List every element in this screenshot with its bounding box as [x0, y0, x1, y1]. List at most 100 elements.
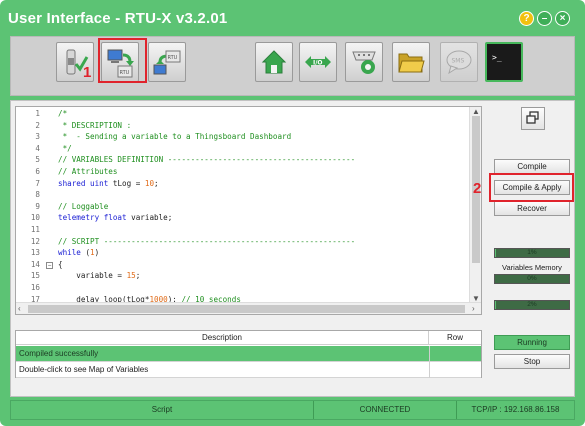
vertical-scrollbar[interactable]: ▲ ▼ [469, 107, 481, 304]
code-token: ; [135, 271, 141, 281]
code-text: { [58, 260, 63, 269]
code-token: // Attributes [58, 167, 118, 176]
code-text: while (1) [58, 248, 99, 257]
scroll-right-icon[interactable]: › [472, 304, 475, 314]
code-token: while [58, 248, 86, 258]
scroll-left-icon[interactable]: ‹ [18, 304, 21, 314]
message-table: Description Row Compiled successfully Do… [15, 330, 482, 378]
svg-text:RTU: RTU [168, 55, 178, 61]
code-line[interactable]: 12 // SCRIPT ----------------------------… [16, 237, 468, 248]
status-connection: CONNECTED [359, 405, 411, 414]
title-bar: User Interface - RTU-X v3.2.01 ? – × [0, 0, 585, 36]
code-token: * DESCRIPTION : [58, 120, 132, 130]
io-button[interactable]: I/O [299, 42, 337, 82]
code-text: variable = 15; [58, 271, 140, 280]
memory-meter-1: 1% [494, 248, 570, 258]
line-number: 10 [30, 213, 40, 223]
compile-button[interactable]: Compile [494, 159, 570, 174]
code-token: */ [58, 143, 72, 153]
line-number: 15 [30, 271, 40, 281]
line-number: 14 [30, 259, 40, 269]
minimize-button[interactable]: – [537, 11, 552, 26]
recover-button[interactable]: Recover [494, 201, 570, 216]
running-status-button[interactable]: Running [494, 335, 570, 350]
code-line[interactable]: 9 // Loggable [16, 202, 468, 213]
line-number: 3 [35, 132, 40, 142]
memory-meter-3: 2% [494, 300, 570, 310]
message-text: Double-click to see Map of Variables [19, 365, 149, 374]
code-text: // Loggable [58, 202, 108, 211]
code-line[interactable]: 3 * - Sending a variable to a Thingsboar… [16, 132, 468, 143]
code-line[interactable]: 14−{ [16, 260, 468, 271]
table-row[interactable]: Double-click to see Map of Variables [16, 362, 481, 378]
fold-toggle-icon[interactable]: − [46, 261, 53, 269]
message-row-number [429, 362, 481, 378]
table-row[interactable]: Compiled successfully [16, 346, 481, 362]
app-window: User Interface - RTU-X v3.2.01 ? – × RTU… [0, 0, 585, 426]
code-text: /* [58, 109, 67, 118]
code-line[interactable]: 11 [16, 225, 468, 236]
code-token: variable = [58, 271, 127, 281]
receive-from-rtu-button[interactable]: RTU [148, 42, 186, 82]
code-line[interactable]: 8 [16, 190, 468, 201]
code-line[interactable]: 13 while (1) [16, 248, 468, 259]
code-line[interactable]: 15 variable = 15; [16, 271, 468, 282]
terminal-button[interactable]: >_ [485, 42, 523, 82]
code-text: // VARIABLES DEFINITION ----------------… [58, 155, 355, 164]
code-text: * DESCRIPTION : [58, 120, 132, 130]
stop-button[interactable]: Stop [494, 354, 570, 369]
status-mode: Script [151, 405, 173, 414]
serial-config-button[interactable] [345, 42, 383, 82]
open-folder-button[interactable] [392, 42, 430, 82]
step-1-label: 1 [83, 64, 92, 81]
code-token: * - Sending a variable to a Thingsboard … [58, 132, 292, 142]
code-line[interactable]: 1 /* [16, 109, 468, 120]
code-line[interactable]: 4 */ [16, 144, 468, 155]
restore-window-button[interactable] [521, 107, 545, 130]
help-button[interactable]: ? [519, 11, 534, 26]
memory-meter-2: 0% [494, 274, 570, 284]
code-text: telemetry float variable; [58, 213, 172, 222]
code-text: */ [58, 144, 72, 153]
code-text: // Attributes [58, 167, 117, 176]
code-text: shared uint tLog = 10; [58, 179, 159, 188]
code-line[interactable]: 16 [16, 283, 468, 294]
horizontal-scroll-thumb[interactable] [28, 305, 465, 313]
code-token: // Loggable [58, 201, 109, 211]
line-number: 16 [30, 283, 40, 292]
line-number: 13 [30, 248, 40, 258]
window-title: User Interface - RTU-X v3.2.01 [8, 10, 228, 27]
svg-text:SMS: SMS [452, 58, 465, 65]
line-number: 12 [30, 236, 40, 246]
code-token: shared uint [58, 178, 113, 188]
code-line[interactable]: 10 telemetry float variable; [16, 213, 468, 224]
code-line[interactable]: 2 * DESCRIPTION : [16, 121, 468, 132]
code-token: /* [58, 109, 68, 118]
code-text: // SCRIPT ------------------------------… [58, 237, 355, 246]
code-token: // VARIABLES DEFINITION ----------------… [58, 155, 356, 165]
step-2-label: 2 [473, 180, 482, 197]
line-number: 9 [35, 201, 40, 211]
toolbar: RTU RTU I/O SMS >_ [10, 36, 575, 96]
close-button[interactable]: × [555, 11, 570, 26]
code-line[interactable]: 6 // Attributes [16, 167, 468, 178]
status-address: TCP/IP : 192.168.86.158 [471, 405, 560, 414]
code-token: variable; [131, 213, 173, 223]
column-header-description: Description [16, 331, 429, 345]
sms-button[interactable]: SMS [440, 42, 478, 82]
svg-text:>_: >_ [492, 53, 502, 62]
column-header-row: Row [429, 331, 481, 345]
compile-apply-highlight [489, 173, 574, 202]
code-line[interactable]: 7 shared uint tLog = 10; [16, 179, 468, 190]
line-number: 11 [30, 225, 40, 234]
home-button[interactable] [255, 42, 293, 82]
line-number: 1 [35, 109, 40, 118]
code-token: ; [154, 178, 159, 188]
message-row-number [429, 346, 481, 362]
variables-memory-label: Variables Memory [502, 263, 562, 272]
horizontal-scrollbar[interactable]: ‹ › [16, 302, 481, 314]
memory-meter-1-text: 1% [527, 249, 537, 256]
code-token: telemetry float [58, 213, 132, 223]
code-editor[interactable]: 1/* 2 * DESCRIPTION :3 * - Sending a vari… [15, 106, 482, 315]
code-line[interactable]: 5 // VARIABLES DEFINITION ---------------… [16, 155, 468, 166]
